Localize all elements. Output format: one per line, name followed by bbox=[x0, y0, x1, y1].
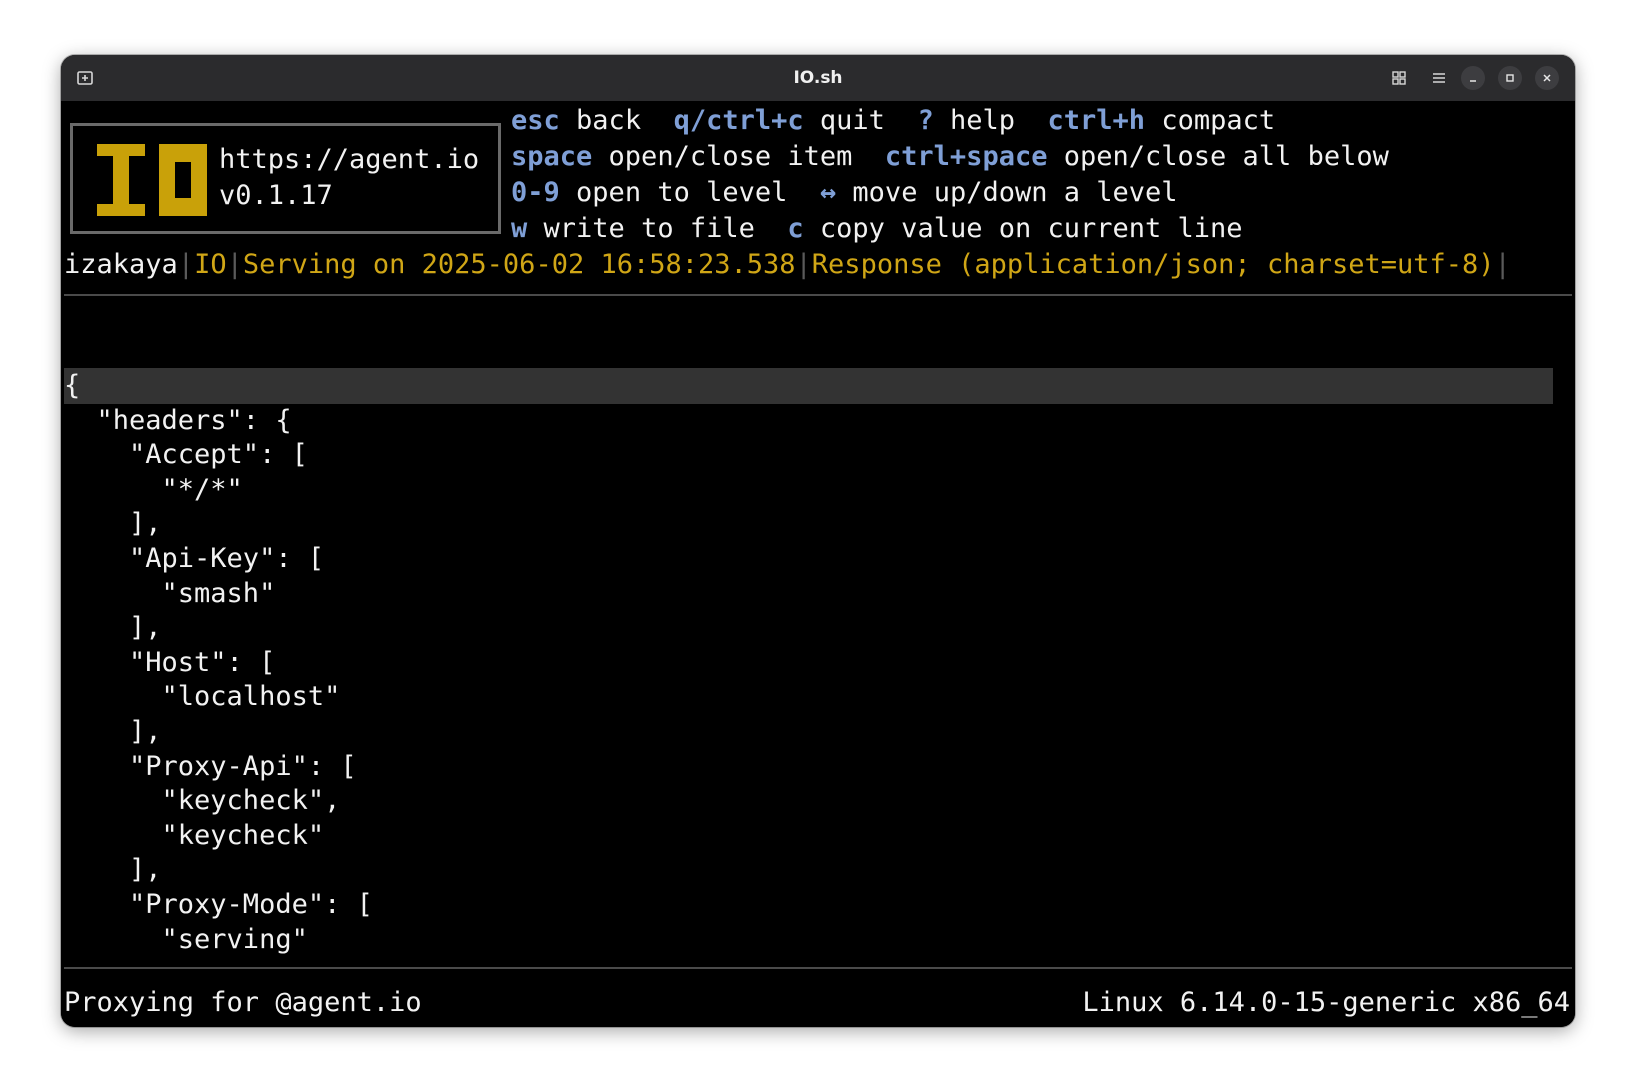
status-response: Response (application/json; charset=utf-… bbox=[811, 249, 1495, 280]
json-line[interactable]: "Accept": [ bbox=[64, 437, 308, 473]
grid-view-icon[interactable] bbox=[1385, 55, 1413, 101]
help-key-write: w bbox=[511, 213, 528, 244]
status-separator: | bbox=[226, 249, 243, 280]
json-line[interactable]: ], bbox=[64, 714, 162, 750]
json-line[interactable]: ], bbox=[64, 852, 162, 888]
json-line[interactable]: "serving" bbox=[64, 922, 308, 958]
help-key-esc: esc bbox=[511, 105, 560, 136]
help-row-4: w write to file c copy value on current … bbox=[511, 211, 1243, 247]
json-line[interactable]: ], bbox=[64, 506, 162, 542]
help-key-copy: c bbox=[787, 213, 804, 244]
close-icon bbox=[1543, 74, 1551, 82]
help-row-2: space open/close item ctrl+space open/cl… bbox=[511, 139, 1389, 175]
json-line[interactable]: "Api-Key": [ bbox=[64, 541, 324, 577]
status-app-name: izakaya bbox=[64, 249, 178, 280]
help-desc-write-file: write to file bbox=[543, 213, 755, 244]
help-key-compact: ctrl+h bbox=[1047, 105, 1146, 136]
status-separator: | bbox=[177, 249, 195, 280]
help-desc-copy-value: copy value on current line bbox=[819, 213, 1243, 244]
logo-box: https://agent.io v0.1.17 bbox=[70, 123, 501, 234]
maximize-icon bbox=[1506, 74, 1514, 82]
maximize-button[interactable] bbox=[1498, 66, 1522, 90]
help-desc-open-close-item: open/close item bbox=[608, 141, 853, 172]
json-line[interactable]: "keycheck" bbox=[64, 818, 325, 854]
json-line[interactable]: { bbox=[64, 368, 80, 404]
help-desc-open-close-all: open/close all below bbox=[1063, 141, 1389, 172]
window-title: IO.sh bbox=[793, 68, 843, 88]
selected-line-highlight bbox=[64, 368, 1553, 404]
logo-url[interactable]: https://agent.io bbox=[219, 144, 479, 175]
help-key-levels: 0-9 bbox=[511, 177, 560, 208]
status-serving: Serving on 2025-06-02 16:58:23.538 bbox=[242, 249, 796, 280]
logo-text: https://agent.io v0.1.17 bbox=[219, 142, 479, 214]
help-key-ctrl-space: ctrl+space bbox=[884, 141, 1048, 172]
help-desc-move-level: move up/down a level bbox=[852, 177, 1178, 208]
terminal-content[interactable]: https://agent.io v0.1.17 esc back q/ctrl… bbox=[61, 101, 1575, 1027]
help-desc-help: help bbox=[949, 105, 1016, 136]
json-line[interactable]: "Proxy-Api": [ bbox=[64, 749, 357, 785]
hamburger-menu-icon[interactable] bbox=[1425, 55, 1453, 101]
status-line: izakaya|IO|Serving on 2025-06-02 16:58:2… bbox=[64, 247, 1511, 283]
json-line[interactable]: "keycheck", bbox=[64, 783, 341, 819]
json-line[interactable]: "Host": [ bbox=[64, 645, 275, 681]
logo-version: v0.1.17 bbox=[219, 180, 333, 211]
json-line[interactable]: "localhost" bbox=[64, 679, 341, 715]
title-bar[interactable]: IO.sh bbox=[61, 55, 1575, 101]
json-line[interactable]: ], bbox=[64, 610, 162, 646]
json-line[interactable]: "Proxy-Mode": [ bbox=[64, 887, 373, 923]
status-separator: | bbox=[1494, 249, 1511, 280]
json-line[interactable]: "*/*" bbox=[64, 472, 243, 508]
io-logo bbox=[97, 144, 207, 223]
status-separator: | bbox=[795, 249, 812, 280]
close-button[interactable] bbox=[1535, 66, 1559, 90]
help-key-quit: q/ctrl+c bbox=[673, 105, 804, 136]
help-row-1: esc back q/ctrl+c quit ? help ctrl+h com… bbox=[511, 103, 1275, 139]
divider-bottom bbox=[64, 967, 1572, 969]
json-line[interactable]: "headers": { bbox=[64, 403, 292, 439]
help-desc-quit: quit bbox=[819, 105, 885, 136]
footer-right: Linux 6.14.0-15-generic x86_64 bbox=[1082, 987, 1570, 1018]
divider-top bbox=[64, 294, 1572, 296]
terminal-window: IO.sh https://agent.io v0.1.17 esc back … bbox=[61, 55, 1575, 1027]
help-key-arrows: ↔ bbox=[819, 177, 837, 208]
minimize-button[interactable] bbox=[1461, 66, 1485, 90]
minimize-icon bbox=[1470, 80, 1476, 82]
help-row-3: 0-9 open to level ↔ move up/down a level bbox=[511, 175, 1178, 211]
footer-left: Proxying for @agent.io bbox=[64, 987, 422, 1018]
json-line[interactable]: "smash" bbox=[64, 576, 276, 612]
help-key-space: space bbox=[511, 141, 593, 172]
help-key-help: ? bbox=[917, 105, 934, 136]
help-desc-back: back bbox=[576, 105, 642, 136]
help-desc-open-to-level: open to level bbox=[576, 177, 788, 208]
status-io: IO bbox=[194, 249, 227, 280]
help-desc-compact: compact bbox=[1161, 105, 1276, 136]
